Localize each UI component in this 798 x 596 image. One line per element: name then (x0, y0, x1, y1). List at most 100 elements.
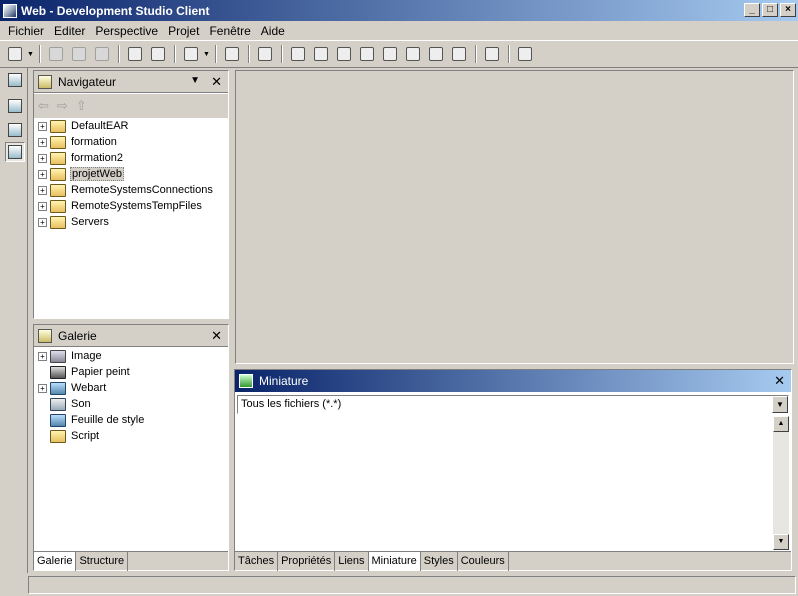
new-dropdown-icon[interactable]: ▼ (27, 51, 35, 58)
tree-item-formation2[interactable]: + formation2 (38, 150, 124, 166)
tab-proprietes[interactable]: Propriétés (278, 551, 336, 571)
tab-taches[interactable]: Tâches (235, 551, 279, 571)
expand-icon[interactable]: + (38, 217, 47, 227)
tree-item-remotesystemstempfiles[interactable]: + RemoteSystemsTempFiles (38, 198, 203, 214)
save-icon[interactable] (45, 44, 67, 64)
miniature-close-icon[interactable]: ✕ (774, 373, 785, 389)
miniature-title: Miniature (259, 374, 309, 388)
gallery-item-webart[interactable]: + Webart (38, 380, 107, 396)
save-as-icon[interactable] (68, 44, 90, 64)
globe-icon[interactable] (221, 44, 243, 64)
expand-icon[interactable]: + (38, 137, 47, 147)
expand-icon[interactable]: + (38, 351, 47, 361)
tree-item-projetweb[interactable]: + projetWeb (38, 166, 124, 182)
project-folder-icon (50, 183, 66, 197)
tab-galerie[interactable]: Galerie (34, 551, 77, 571)
gallery-item-son[interactable]: Son (38, 396, 92, 412)
file-filter-select[interactable]: Tous les fichiers (*.*) ▼ (237, 395, 789, 414)
chevron-down-icon[interactable]: ▼ (772, 396, 788, 413)
expand-icon[interactable]: + (38, 383, 47, 393)
menu-fichier[interactable]: Fichier (3, 24, 49, 38)
vertical-scrollbar[interactable]: ▲ ▼ (773, 416, 789, 550)
toolbar-separator (39, 45, 41, 63)
tab-liens[interactable]: Liens (335, 551, 369, 571)
tab-structure[interactable]: Structure (76, 551, 129, 571)
java-bean-wizard-icon[interactable] (356, 44, 378, 64)
debug-icon[interactable] (147, 44, 169, 64)
toolbar-separator (215, 45, 217, 63)
database-wizard-icon[interactable] (425, 44, 447, 64)
navigator-close-icon[interactable]: ✕ (211, 74, 222, 90)
window-title: Web - Development Studio Client (21, 3, 210, 18)
menu-editer[interactable]: Editer (49, 24, 90, 38)
web-wizard-icon[interactable] (287, 44, 309, 64)
scroll-down-icon[interactable]: ▼ (773, 534, 789, 550)
xsl-icon[interactable] (481, 44, 503, 64)
hierarchy-icon[interactable] (254, 44, 276, 64)
open-perspective-icon[interactable] (5, 70, 25, 90)
gallery-title: Galerie (58, 328, 97, 343)
xml-wizard-icon[interactable] (448, 44, 470, 64)
tab-miniature[interactable]: Miniature (368, 551, 421, 571)
maximize-button[interactable]: □ (762, 3, 778, 17)
brush-icon[interactable] (514, 44, 536, 64)
perspective-bar (2, 68, 28, 573)
scroll-up-icon[interactable]: ▲ (773, 416, 789, 432)
tree-item-formation[interactable]: + formation (38, 134, 118, 150)
menu-projet[interactable]: Projet (163, 24, 204, 38)
web-perspective-icon[interactable] (5, 142, 25, 162)
expand-icon[interactable]: + (38, 169, 47, 179)
sound-icon (50, 397, 66, 411)
tree-item-servers[interactable]: + Servers (38, 214, 110, 230)
tab-styles[interactable]: Styles (421, 551, 458, 571)
menu-aide[interactable]: Aide (256, 24, 290, 38)
script-icon (50, 429, 66, 443)
web-project-icon (50, 167, 66, 181)
forward-arrow-icon[interactable]: ⇨ (57, 98, 68, 114)
back-arrow-icon[interactable]: ⇦ (38, 98, 49, 114)
data-perspective-icon[interactable] (5, 96, 25, 116)
sql-wizard-icon[interactable] (379, 44, 401, 64)
gallery-header: Galerie ✕ (34, 325, 228, 347)
gallery-panel: Galerie ✕ + Image Papier peint + Webart … (33, 324, 229, 571)
navigator-toolbar: ⇦ ⇨ ⇧ (34, 94, 228, 118)
gallery-item-image[interactable]: + Image (38, 348, 103, 364)
jsp-wizard-icon[interactable] (333, 44, 355, 64)
toolbar-separator (508, 45, 510, 63)
gallery-tabs: Galerie Structure (34, 551, 228, 571)
close-button[interactable]: × (780, 3, 796, 17)
search-icon[interactable] (124, 44, 146, 64)
webart-icon (50, 381, 66, 395)
java-project-icon (50, 135, 66, 149)
tab-couleurs[interactable]: Couleurs (458, 551, 509, 571)
page-wizard-icon[interactable] (402, 44, 424, 64)
gallery-close-icon[interactable]: ✕ (211, 328, 222, 344)
navigator-icon (38, 74, 52, 89)
expand-icon[interactable]: + (38, 121, 47, 131)
expand-icon[interactable]: + (38, 153, 47, 163)
gallery-tree: + Image Papier peint + Webart Son Feuill… (34, 348, 228, 548)
run-dropdown-icon[interactable]: ▼ (203, 51, 211, 58)
minimize-button[interactable]: _ (744, 3, 760, 17)
app-icon[interactable] (3, 3, 17, 18)
tree-item-remotesystemsconnections[interactable]: + RemoteSystemsConnections (38, 182, 214, 198)
java-perspective-icon[interactable] (5, 120, 25, 140)
print-icon[interactable] (91, 44, 113, 64)
run-icon[interactable] (180, 44, 202, 64)
expand-icon[interactable]: + (38, 185, 47, 195)
gallery-item-feuille-de-style[interactable]: Feuille de style (38, 412, 145, 428)
menu-perspective[interactable]: Perspective (90, 24, 163, 38)
menu-bar: Fichier Editer Perspective Projet Fenêtr… (0, 21, 798, 40)
view-menu-icon[interactable]: ▼ (190, 75, 200, 86)
miniature-panel: Miniature ✕ Tous les fichiers (*.*) ▼ ▲ … (234, 369, 792, 571)
editor-area (235, 70, 794, 364)
tree-item-defaultear[interactable]: + DefaultEAR (38, 118, 129, 134)
servlet-wizard-icon[interactable] (310, 44, 332, 64)
gallery-item-papier-peint[interactable]: Papier peint (38, 364, 131, 380)
expand-icon[interactable]: + (38, 201, 47, 211)
up-arrow-icon[interactable]: ⇧ (76, 98, 87, 114)
menu-fenetre[interactable]: Fenêtre (204, 24, 255, 38)
toolbar-separator (174, 45, 176, 63)
gallery-item-script[interactable]: Script (38, 428, 100, 444)
new-wizard-icon[interactable] (4, 44, 26, 64)
